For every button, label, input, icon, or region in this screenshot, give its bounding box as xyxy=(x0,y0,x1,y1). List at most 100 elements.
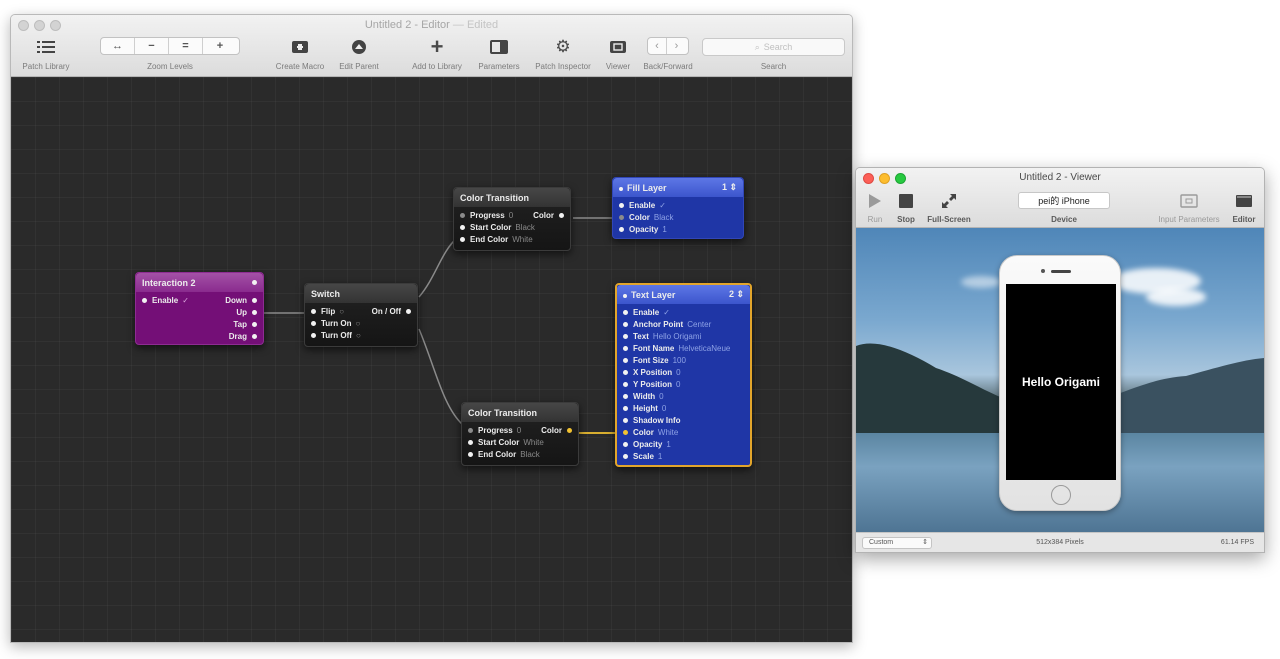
forward-button[interactable]: › xyxy=(667,38,686,54)
run-button[interactable]: Run xyxy=(864,191,886,224)
patch-interaction[interactable]: Interaction 2 Enable ✓ Down Up Tap Drag xyxy=(135,272,264,345)
port-color-out[interactable]: Color xyxy=(533,209,564,221)
port-end-color[interactable]: End Color Black xyxy=(468,448,572,460)
patch-canvas[interactable]: Interaction 2 Enable ✓ Down Up Tap Drag S… xyxy=(11,77,852,642)
port-scale[interactable]: Scale 1 xyxy=(623,450,744,462)
layer-index-stepper[interactable]: 2 ⇕ xyxy=(729,289,744,300)
port-start-color[interactable]: Start Color White xyxy=(468,436,572,448)
port-x-position[interactable]: X Position 0 xyxy=(623,366,744,378)
device-select[interactable]: pei的 iPhone xyxy=(1018,192,1110,209)
patch-header: Switch xyxy=(305,284,417,303)
add-to-library-button[interactable]: + Add to Library xyxy=(405,34,469,71)
port-y-position[interactable]: Y Position 0 xyxy=(623,378,744,390)
port-enable[interactable]: Enable ✓ xyxy=(619,199,737,211)
port-turn-off[interactable]: Turn Off ○ xyxy=(311,329,411,341)
macro-icon xyxy=(270,37,330,57)
port-end-color[interactable]: End Color White xyxy=(460,233,564,245)
wire-switch-transition-1 xyxy=(418,237,458,298)
patch-switch[interactable]: Switch Flip ○ Turn On ○ Turn Off ○ On / Off xyxy=(304,283,418,347)
port-font-size[interactable]: Font Size 100 xyxy=(623,354,744,366)
viewer-toolbar: Untitled 2 - Viewer Run Stop Full-Screen… xyxy=(856,168,1264,228)
zoom-out-button[interactable]: − xyxy=(135,38,169,54)
speaker-icon xyxy=(1051,270,1071,273)
editor-title: Untitled 2 - Editor — Edited xyxy=(364,19,499,31)
search-input[interactable]: ⌕ Search xyxy=(702,38,845,56)
search-icon: ⌕ xyxy=(754,41,760,52)
create-macro-button[interactable]: Create Macro xyxy=(270,37,330,71)
patch-library-button[interactable]: Patch Library xyxy=(15,37,77,71)
parameters-button[interactable]: Parameters xyxy=(473,37,525,71)
fullscreen-icon xyxy=(923,191,975,211)
port-opacity[interactable]: Opacity 1 xyxy=(623,438,744,450)
camera-icon xyxy=(1041,269,1045,273)
port-start-color[interactable]: Start Color Black xyxy=(460,221,564,233)
port-height[interactable]: Height 0 xyxy=(623,402,744,414)
editor-window: Untitled 2 - Editor — Edited Patch Libra… xyxy=(10,14,853,643)
port-text[interactable]: Text Hello Origami xyxy=(623,330,744,342)
port-opacity[interactable]: Opacity 1 xyxy=(619,223,737,235)
viewer-icon xyxy=(601,37,635,57)
back-button[interactable]: ‹ xyxy=(648,38,667,54)
port-color-out[interactable]: Color xyxy=(541,424,572,436)
viewer-button[interactable]: Viewer xyxy=(601,37,635,71)
fullscreen-button[interactable]: Full-Screen xyxy=(923,191,975,224)
input-parameters-icon xyxy=(1150,191,1228,211)
play-icon xyxy=(864,191,886,211)
port-on-off[interactable]: On / Off xyxy=(372,305,411,317)
port-tap[interactable]: Tap xyxy=(225,318,257,330)
iphone-frame: Hello Origami xyxy=(999,255,1121,511)
patch-header: Color Transition xyxy=(454,188,570,207)
fps-readout: 61.14 FPS xyxy=(1220,539,1254,546)
port-color[interactable]: Color Black xyxy=(619,211,737,223)
viewer-status-bar: Custom ⇕ 512x384 Pixels 61.14 FPS xyxy=(856,532,1264,552)
pixels-readout: 512x384 Pixels xyxy=(1036,539,1084,546)
patch-color-transition-2[interactable]: Color Transition Progress 0 Start Color Wh… xyxy=(461,402,579,466)
zoom-actual-button[interactable]: = xyxy=(169,38,203,54)
patch-header: Interaction 2 xyxy=(136,273,263,292)
zoom-segment: ↔ − = + xyxy=(100,37,240,55)
list-icon xyxy=(15,37,77,57)
port-enable[interactable]: Enable ✓ xyxy=(623,306,744,318)
parent-icon xyxy=(333,37,385,57)
patch-color-transition-1[interactable]: Color Transition Progress 0 Start Color Bl… xyxy=(453,187,571,251)
patch-header: Fill Layer 1 ⇕ xyxy=(613,178,743,197)
gear-icon: ⚙ xyxy=(555,37,571,56)
home-button-icon xyxy=(1051,485,1071,505)
patch-header: Text Layer 2 ⇕ xyxy=(617,285,750,304)
patch-inspector-button[interactable]: ⚙ Patch Inspector xyxy=(528,37,598,71)
editor-toolbar: Untitled 2 - Editor — Edited Patch Libra… xyxy=(11,15,852,77)
viewer-title: Untitled 2 - Viewer xyxy=(1019,172,1101,183)
zoom-in-button[interactable]: + xyxy=(203,38,237,54)
patch-header: Color Transition xyxy=(462,403,578,422)
patch-output-port[interactable] xyxy=(252,280,257,285)
hello-text: Hello Origami xyxy=(1021,375,1101,389)
zoom-fit-button[interactable]: ↔ xyxy=(101,38,135,54)
input-parameters-button[interactable]: Input Parameters xyxy=(1150,191,1228,224)
editor-icon xyxy=(1230,191,1258,211)
port-drag[interactable]: Drag xyxy=(225,330,257,342)
zoom-levels-control: ↔ − = + Zoom Levels xyxy=(100,37,240,71)
port-shadow-info[interactable]: Shadow Info xyxy=(623,414,744,426)
phone-screen: Hello Origami xyxy=(1006,284,1116,480)
patch-text-layer[interactable]: Text Layer 2 ⇕ Enable ✓ Anchor Point Cente… xyxy=(615,283,752,467)
viewer-window: Untitled 2 - Viewer Run Stop Full-Screen… xyxy=(855,167,1265,553)
nav-segment: ‹ › xyxy=(647,37,689,55)
port-up[interactable]: Up xyxy=(225,306,257,318)
port-turn-on[interactable]: Turn On ○ xyxy=(311,317,411,329)
port-color[interactable]: Color White xyxy=(623,426,744,438)
layer-index-stepper[interactable]: 1 ⇕ xyxy=(722,182,737,193)
plus-icon: + xyxy=(430,34,444,59)
port-width[interactable]: Width 0 xyxy=(623,390,744,402)
port-down[interactable]: Down xyxy=(225,294,257,306)
port-anchor-point[interactable]: Anchor Point Center xyxy=(623,318,744,330)
back-forward-control: ‹ › Back/Forward xyxy=(638,37,698,71)
edit-parent-button[interactable]: Edit Parent xyxy=(333,37,385,71)
parameters-icon xyxy=(473,37,525,57)
viewer-preview: Hello Origami xyxy=(856,228,1264,534)
stop-button[interactable]: Stop xyxy=(894,191,918,224)
editor-button[interactable]: Editor xyxy=(1230,191,1258,224)
port-font-name[interactable]: Font Name HelveticaNeue xyxy=(623,342,744,354)
patch-fill-layer[interactable]: Fill Layer 1 ⇕ Enable ✓ Color Black Opacit… xyxy=(612,177,744,239)
wire-switch-transition-2 xyxy=(418,328,464,426)
stop-icon xyxy=(894,191,918,211)
